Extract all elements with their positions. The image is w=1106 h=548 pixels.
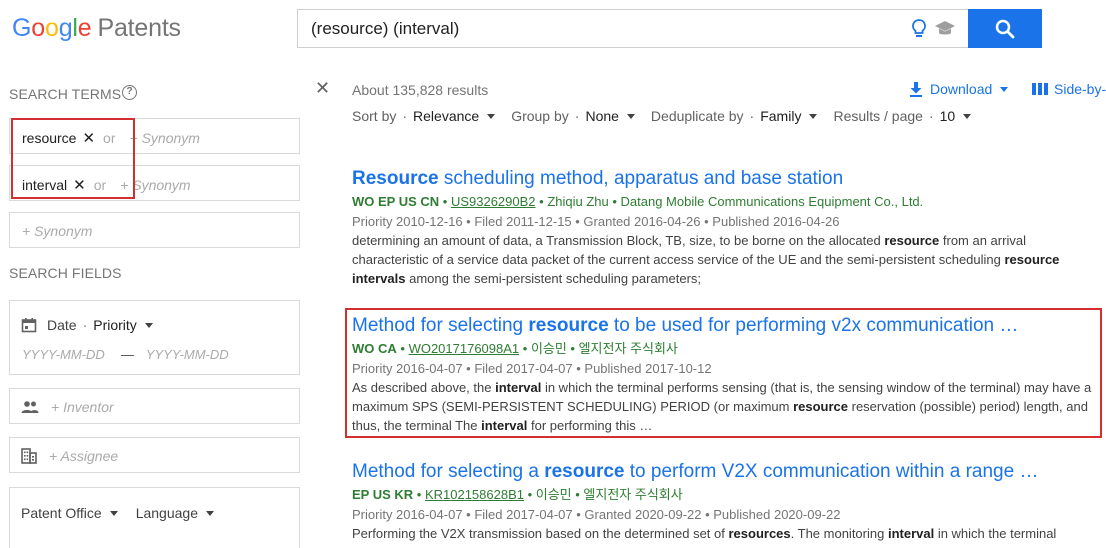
chevron-down-icon <box>487 113 496 119</box>
result-meta: EP US KR • KR102158628B1 • 이승민 • 엘지전자 주식… <box>352 487 683 502</box>
publication-number-link[interactable]: KR102158628B1 <box>425 487 524 502</box>
office-language-field: Patent Office Language <box>9 487 300 548</box>
logo-letter: o <box>31 14 45 42</box>
highlight-annotation-result <box>345 308 1102 438</box>
inventors-assignees: Zhiqiu Zhu • Datang Mobile Communication… <box>547 194 924 209</box>
side-by-side-label: Side-by- <box>1054 81 1106 97</box>
lightbulb-icon[interactable] <box>910 18 928 40</box>
chevron-down-icon <box>144 322 153 328</box>
inventors-assignees: 이승민 • 엘지전자 주식회사 <box>535 487 683 502</box>
download-button[interactable]: Download <box>909 81 1009 97</box>
snippet-highlight: interval <box>887 526 935 541</box>
snippet-text: in which the terminal <box>934 526 1057 541</box>
scholar-cap-icon[interactable] <box>934 20 956 38</box>
logo-letter: g <box>58 14 73 42</box>
snippet-text: . The monitoring <box>790 526 888 541</box>
deduplicate-value: Family <box>760 108 802 124</box>
chevron-down-icon <box>1000 86 1009 92</box>
sort-by-label: Sort by <box>352 108 397 124</box>
sort-by-select[interactable]: Sort by · Relevance <box>352 108 496 124</box>
sort-bar: Sort by · Relevance Group by · None Deduplic… <box>352 108 987 124</box>
deduplicate-select[interactable]: Deduplicate by · Family <box>651 108 818 124</box>
date-from-input[interactable]: YYYY-MM-DD <box>22 347 105 362</box>
google-patents-logo[interactable]: Google Patents <box>12 14 181 43</box>
snippet-text: Performing the V2X transmission based on… <box>352 526 729 541</box>
snippet-highlight: resource <box>884 233 940 248</box>
results-per-page-select[interactable]: Results / page · 10 <box>833 108 972 124</box>
inventor-input[interactable]: + Inventor <box>51 399 114 415</box>
deduplicate-label: Deduplicate by <box>650 108 744 124</box>
search-terms-title: SEARCH TERMS <box>9 86 122 102</box>
date-label: Date <box>47 317 77 333</box>
chevron-down-icon <box>205 510 214 516</box>
result-title[interactable]: Method for selecting a resource to perfo… <box>352 461 1106 483</box>
snippet-text: determining an amount of data, a Transmi… <box>352 233 885 248</box>
chevron-down-icon <box>626 113 635 119</box>
search-input[interactable]: (resource) (interval) <box>297 9 969 48</box>
calendar-icon <box>21 318 37 333</box>
snippet-highlight: resources <box>728 526 791 541</box>
patent-office-select[interactable]: Patent Office <box>21 505 102 521</box>
group-by-label: Group by <box>511 108 569 124</box>
results-per-page-value: 10 <box>939 108 956 124</box>
logo-letter: e <box>77 14 92 42</box>
group-by-value: None <box>585 108 619 124</box>
logo-letter: G <box>12 14 32 42</box>
logo-product-name: Patents <box>97 14 181 42</box>
download-icon <box>910 82 922 97</box>
search-query[interactable]: (resource) (interval) <box>311 19 459 39</box>
results-per-page-label: Results / page <box>833 108 923 124</box>
synonym-input[interactable]: + Synonym <box>22 223 92 239</box>
header: Google Patents (resource) (interval) <box>0 0 1106 62</box>
highlight-annotation-terms <box>11 118 135 199</box>
country-codes: EP US KR <box>352 487 414 502</box>
title-highlight: resource <box>544 461 625 482</box>
date-to-input[interactable]: YYYY-MM-DD <box>146 347 229 362</box>
search-fields-title: SEARCH FIELDS <box>9 265 122 281</box>
columns-icon <box>1032 83 1048 95</box>
group-by-select[interactable]: Group by · None <box>511 108 635 124</box>
chevron-down-icon <box>809 113 818 119</box>
result-dates: Priority 2010-12-16 • Filed 2011-12-15 •… <box>352 214 840 229</box>
search-button[interactable] <box>968 9 1042 48</box>
chevron-down-icon <box>963 113 972 119</box>
date-type-select[interactable]: Priority <box>93 317 137 333</box>
close-panel-icon[interactable]: ✕ <box>315 78 330 99</box>
result-count: About 135,828 results <box>352 82 489 98</box>
building-icon <box>21 448 37 464</box>
side-by-side-button[interactable]: Side-by- <box>1032 81 1106 97</box>
title-text: Method for selecting a <box>352 461 545 482</box>
result-item: Method for selecting a resource to perfo… <box>352 461 1106 543</box>
assignee-input[interactable]: + Assignee <box>49 448 118 464</box>
synonym-input[interactable]: + Synonym <box>130 130 200 146</box>
people-icon <box>21 401 39 413</box>
chevron-down-icon <box>109 510 118 516</box>
search-icon <box>995 19 1015 38</box>
country-codes: WO EP US CN <box>352 194 440 209</box>
logo-letter: o <box>44 14 59 42</box>
date-range: YYYY-MM-DD — YYYY-MM-DD <box>22 347 229 362</box>
inventor-field[interactable]: + Inventor <box>9 388 300 424</box>
help-icon[interactable]: ? <box>122 85 137 100</box>
assignee-field[interactable]: + Assignee <box>9 437 300 473</box>
result-snippet: determining an amount of data, a Transmi… <box>352 231 1102 288</box>
title-text: to perform V2X communication within a ra… <box>624 461 1039 482</box>
date-selector[interactable]: Date · Priority <box>21 317 153 333</box>
result-meta: WO EP US CN • US9326290B2 • Zhiqiu Zhu •… <box>352 194 924 209</box>
snippet-text: among the semi-persistent scheduling par… <box>405 271 702 286</box>
title-highlight: Resource <box>352 168 439 189</box>
search-term-box-empty[interactable]: + Synonym <box>9 212 300 248</box>
sort-by-value: Relevance <box>413 108 480 124</box>
result-dates: Priority 2016-04-07 • Filed 2017-04-07 •… <box>352 507 841 522</box>
result-item: Resource scheduling method, apparatus an… <box>352 168 1106 288</box>
title-text: scheduling method, apparatus and base st… <box>438 168 844 189</box>
language-select[interactable]: Language <box>136 505 198 521</box>
result-snippet: Performing the V2X transmission based on… <box>352 524 1102 543</box>
result-title[interactable]: Resource scheduling method, apparatus an… <box>352 168 1106 190</box>
date-field[interactable]: Date · Priority YYYY-MM-DD — YYYY-MM-DD <box>9 300 300 375</box>
publication-number-link[interactable]: US9326290B2 <box>451 194 536 209</box>
download-label: Download <box>930 81 993 97</box>
results-panel: About 135,828 results Download Side-by- … <box>352 62 1106 548</box>
